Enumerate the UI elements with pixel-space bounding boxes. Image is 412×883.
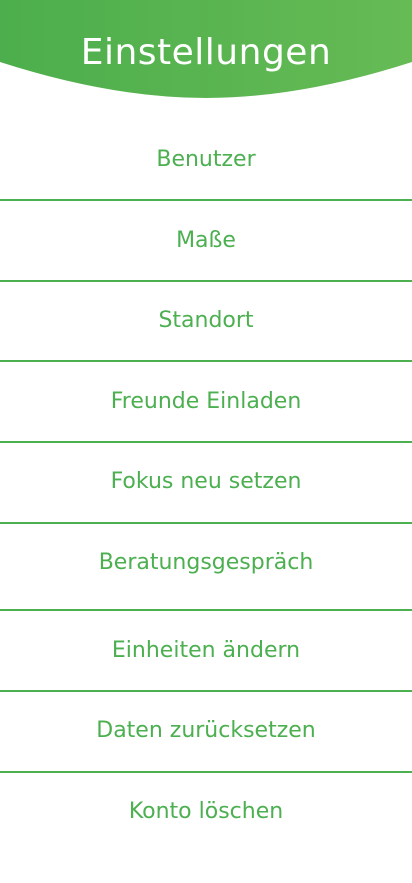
menu-item-beratungsgespraech[interactable]: Beratungsgespräch	[0, 548, 412, 578]
divider	[0, 441, 412, 443]
menu-item-konto-loeschen[interactable]: Konto löschen	[0, 797, 412, 827]
menu-item-daten-zuruecksetzen[interactable]: Daten zurücksetzen	[0, 716, 412, 746]
divider	[0, 609, 412, 611]
menu-item-masse[interactable]: Maße	[0, 226, 412, 256]
divider	[0, 280, 412, 282]
header: Einstellungen	[0, 0, 412, 100]
divider	[0, 199, 412, 201]
divider	[0, 771, 412, 773]
menu-item-einheiten-aendern[interactable]: Einheiten ändern	[0, 636, 412, 666]
menu-item-freunde-einladen[interactable]: Freunde Einladen	[0, 387, 412, 417]
menu-item-fokus-neu-setzen[interactable]: Fokus neu setzen	[0, 467, 412, 497]
divider	[0, 522, 412, 524]
divider	[0, 690, 412, 692]
menu-item-standort[interactable]: Standort	[0, 306, 412, 336]
menu-item-benutzer[interactable]: Benutzer	[0, 145, 412, 175]
divider	[0, 360, 412, 362]
page-title: Einstellungen	[80, 32, 332, 73]
